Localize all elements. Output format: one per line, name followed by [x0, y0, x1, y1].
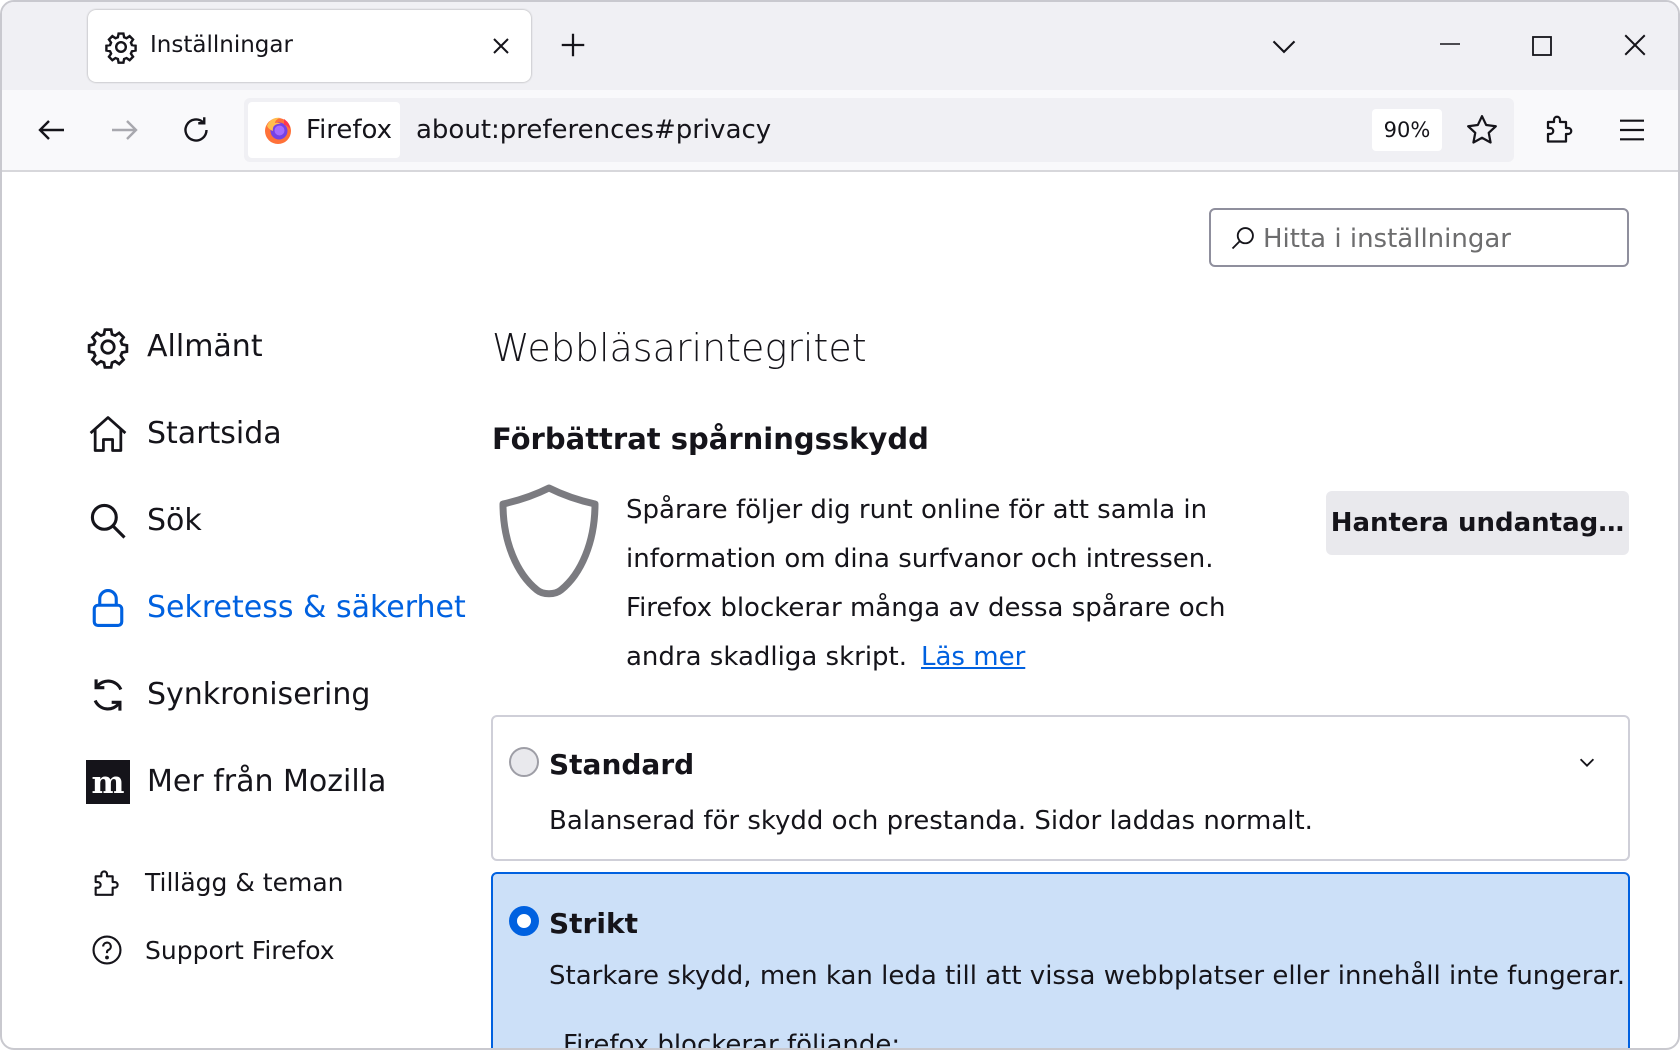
mozilla-icon: m: [86, 760, 130, 804]
page-title: Webbläsarintegritet: [492, 326, 867, 370]
gear-icon: [104, 30, 138, 64]
new-tab-button[interactable]: [558, 30, 588, 60]
option-standard[interactable]: Standard Balanserad för skydd och presta…: [491, 715, 1630, 861]
puzzle-icon: [90, 865, 124, 899]
firefox-logo-icon: [262, 114, 294, 146]
tab-settings[interactable]: Inställningar: [88, 10, 531, 82]
sidebar-item-label: Sekretess & säkerhet: [147, 590, 466, 625]
settings-search-input[interactable]: Hitta i inställningar: [1209, 208, 1629, 267]
sidebar-item-label: Synkronisering: [147, 677, 371, 712]
back-arrow-icon[interactable]: [34, 112, 70, 148]
option-subheading: Firefox blockerar följande:: [563, 1030, 901, 1050]
search-placeholder: Hitta i inställningar: [1263, 224, 1511, 254]
forward-arrow-icon[interactable]: [106, 112, 142, 148]
minimize-icon[interactable]: [1438, 32, 1462, 56]
identity-box[interactable]: Firefox: [248, 102, 400, 158]
learn-more-link[interactable]: Läs mer: [921, 642, 1025, 672]
etp-description: Spårare följer dig runt online för att s…: [626, 486, 1306, 682]
help-icon: [90, 933, 124, 967]
sidebar-item-label: Allmänt: [147, 329, 263, 364]
close-tab-icon[interactable]: [489, 34, 513, 58]
option-title: Standard: [549, 748, 695, 781]
identity-label: Firefox: [306, 115, 393, 145]
sync-icon: [86, 673, 130, 717]
option-strict[interactable]: Strikt Starkare skydd, men kan leda till…: [491, 872, 1630, 1050]
option-description: Balanserad för skydd och prestanda. Sido…: [549, 806, 1313, 836]
nav-bar: Firefox about:preferences#privacy 90%: [2, 90, 1678, 172]
sidebar-item-label: Tillägg & teman: [145, 868, 344, 897]
browser-window: Inställningar Firefox about:preferences#…: [0, 0, 1680, 1050]
radio-standard[interactable]: [509, 747, 539, 777]
url-bar[interactable]: Firefox about:preferences#privacy 90%: [244, 98, 1514, 162]
reload-icon[interactable]: [178, 112, 214, 148]
section-heading: Förbättrat spårningsskydd: [492, 422, 929, 456]
shield-icon: [494, 482, 604, 602]
sidebar-item-label: Mer från Mozilla: [147, 764, 387, 799]
hamburger-menu-icon[interactable]: [1616, 114, 1648, 146]
gear-icon: [86, 325, 130, 369]
radio-strict[interactable]: [509, 906, 539, 936]
sidebar-item-label: Support Firefox: [145, 936, 335, 965]
search-icon: [1229, 224, 1257, 252]
maximize-icon[interactable]: [1530, 34, 1554, 58]
puzzle-icon[interactable]: [1542, 110, 1578, 146]
option-title: Strikt: [549, 907, 638, 940]
chevron-down-icon[interactable]: [1576, 751, 1598, 773]
close-window-icon[interactable]: [1622, 32, 1648, 58]
home-icon: [86, 412, 130, 456]
tab-strip: Inställningar: [2, 2, 1678, 90]
zoom-indicator[interactable]: 90%: [1372, 109, 1442, 151]
url-text[interactable]: about:preferences#privacy: [416, 115, 771, 145]
sidebar-item-label: Startsida: [147, 416, 282, 451]
lock-icon: [86, 586, 130, 630]
sidebar-item-label: Sök: [147, 503, 202, 538]
star-icon[interactable]: [1464, 112, 1500, 148]
chevron-down-icon[interactable]: [1270, 32, 1298, 60]
option-description: Starkare skydd, men kan leda till att vi…: [549, 961, 1625, 991]
tab-title: Inställningar: [150, 32, 293, 58]
manage-exceptions-button[interactable]: Hantera undantag…: [1326, 491, 1629, 555]
svg-text:m: m: [92, 765, 125, 801]
search-icon: [86, 499, 130, 543]
